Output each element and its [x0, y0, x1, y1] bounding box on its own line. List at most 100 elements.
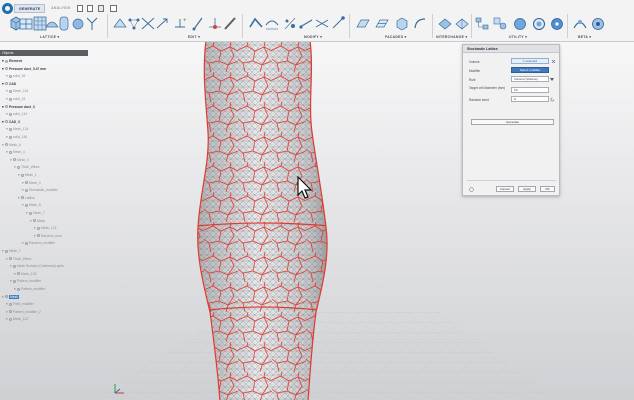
facade-strip-icon[interactable] [374, 15, 390, 32]
lattice-tree-icon[interactable] [84, 15, 100, 32]
tree-item[interactable]: ▾ Mesh Surface (Conformal) optio [10, 264, 64, 269]
visibility-eye-icon[interactable] [17, 166, 20, 170]
beta-curve-icon[interactable] [572, 15, 588, 32]
random-seed-input[interactable]: 0 [511, 96, 549, 102]
group-edit-label[interactable]: EDIT ▾ [188, 35, 200, 39]
group-modify-label[interactable]: MODIFY ▾ [304, 35, 322, 39]
ok-button[interactable]: OK [540, 186, 555, 192]
tree-item[interactable]: ▾ CAD [2, 82, 16, 87]
tree-item[interactable]: ▾ solid_146 [6, 135, 27, 140]
visibility-eye-icon[interactable] [9, 318, 12, 322]
clear-selection-icon[interactable] [551, 59, 556, 64]
modify-smooth-icon[interactable] [264, 15, 280, 32]
visibility-eye-icon[interactable] [5, 82, 8, 86]
tree-item[interactable]: ▾ Random_modifier [22, 241, 55, 246]
tree-item[interactable]: ▾ Mesh_3 [10, 158, 29, 163]
modify-field-icon[interactable] [298, 15, 314, 32]
visibility-eye-icon[interactable] [21, 173, 24, 177]
save-file-icon[interactable] [98, 5, 104, 12]
visibility-eye-icon[interactable] [29, 211, 32, 215]
visibility-eye-icon[interactable] [9, 257, 12, 261]
group-utility-label[interactable]: UTILITY ▾ [509, 35, 527, 39]
tree-item[interactable]: ▾ Thick_Wired [6, 257, 31, 262]
tree-item[interactable]: ▾ Field_modifier [6, 302, 34, 307]
visibility-eye-icon[interactable] [25, 181, 28, 185]
utility-network-icon[interactable] [474, 15, 490, 32]
tree-item[interactable]: ▾ Element [2, 59, 22, 64]
facade-curve-icon[interactable] [412, 15, 428, 32]
group-lattice-label[interactable]: LATTICE ▾ [40, 35, 59, 39]
tree-item[interactable]: ▾ Stochastic_modifier [22, 188, 58, 193]
tree-item[interactable]: ▾ Thick_Wired [14, 165, 39, 170]
cancel-button[interactable]: Cancel [496, 186, 514, 192]
facade-box-icon[interactable] [394, 15, 410, 32]
visibility-eye-icon[interactable] [9, 90, 12, 94]
tree-item[interactable]: ▾ Pattern_modifier_2 [6, 310, 41, 315]
visibility-eye-icon[interactable] [9, 135, 12, 139]
edit-brush-icon[interactable] [190, 15, 206, 32]
tree-item[interactable]: ▾ Mesh [30, 219, 45, 224]
utility-merge-icon[interactable] [492, 15, 508, 32]
tree-item[interactable]: ▾ Random_mod [34, 234, 62, 239]
visibility-eye-icon[interactable] [9, 74, 12, 78]
tree-item[interactable]: ▾ Pressure duct_0.47 mm [2, 67, 46, 72]
open-file-icon[interactable] [87, 5, 93, 12]
group-beta-label[interactable]: BETA ▾ [578, 35, 591, 39]
visibility-eye-icon[interactable] [13, 280, 16, 284]
visibility-eye-icon[interactable] [9, 97, 12, 101]
modify-thicken-icon[interactable] [248, 15, 264, 32]
tree-item[interactable]: ▾ solid_34 [6, 97, 25, 102]
visibility-eye-icon[interactable] [25, 242, 28, 246]
interchange-import-icon[interactable] [454, 15, 470, 32]
utility-ring-icon[interactable] [531, 15, 547, 32]
visibility-eye-icon[interactable] [5, 120, 8, 124]
beta-target-icon[interactable] [590, 15, 606, 32]
apply-button[interactable]: Apply [518, 186, 536, 192]
tree-item[interactable]: ▾ Mesh_1 [18, 173, 37, 178]
visibility-eye-icon[interactable] [5, 143, 8, 147]
group-interchange-label[interactable]: INTERCHANGE ▾ [436, 35, 467, 39]
help-icon[interactable] [469, 187, 474, 192]
visibility-eye-icon[interactable] [9, 150, 12, 154]
visibility-eye-icon[interactable] [5, 59, 8, 63]
new-file-icon[interactable] [77, 5, 83, 12]
tree-item[interactable]: ▾ Mesh_112 [6, 317, 28, 322]
tree-item[interactable]: ▾ Mesh_6 [2, 143, 21, 148]
visibility-eye-icon[interactable] [37, 226, 40, 230]
edit-add-node-icon[interactable]: + [172, 15, 188, 32]
visibility-eye-icon[interactable] [21, 196, 24, 200]
visibility-eye-icon[interactable] [5, 295, 8, 299]
tree-item[interactable]: ▾ Pressure duct_3 [2, 105, 35, 110]
tree-item[interactable]: ▾ Lattice [18, 196, 35, 201]
tree-item[interactable]: ▾ Mesh_122 [34, 226, 56, 231]
visibility-eye-icon[interactable] [33, 219, 36, 223]
facade-panel-icon[interactable] [355, 15, 371, 32]
tree-item[interactable]: ▾ Mesh_124 [6, 127, 28, 132]
visibility-eye-icon[interactable] [25, 188, 28, 192]
group-facades-label[interactable]: FACADES ▾ [385, 35, 407, 39]
tab-generate[interactable]: GENERATE [14, 4, 45, 13]
chevron-down-icon[interactable] [550, 78, 554, 81]
generate-button[interactable]: Generate [471, 119, 554, 125]
tree-item[interactable]: ▾ Mesh_133 [14, 272, 36, 277]
visibility-eye-icon[interactable] [9, 302, 12, 306]
tree-item[interactable]: ▾ Pattern_modifier [10, 279, 41, 284]
tree-item[interactable]: ▾ Mesh_7 [26, 211, 45, 216]
tree-item[interactable]: ▾ solid_35 [6, 74, 25, 79]
tree-item[interactable]: ▾ solid_144 [6, 112, 27, 117]
app-logo-icon[interactable] [2, 3, 13, 14]
utility-sphere-icon[interactable] [512, 15, 528, 32]
modify-attractor-icon[interactable] [330, 15, 346, 32]
visibility-eye-icon[interactable] [17, 272, 20, 276]
tree-item[interactable]: ▾ Pattern_modifier [14, 287, 45, 292]
visibility-eye-icon[interactable] [13, 158, 16, 162]
utility-disk-icon[interactable] [549, 15, 565, 32]
visibility-eye-icon[interactable] [13, 264, 16, 268]
tree-item[interactable]: ▾ Mesh_7 [2, 249, 21, 254]
rule-dropdown[interactable]: Voronoi (Volume) [511, 76, 549, 82]
edit-beam-icon[interactable] [222, 15, 238, 32]
print-icon[interactable] [110, 5, 117, 12]
visibility-eye-icon[interactable] [5, 67, 8, 71]
tree-item[interactable]: ▾ Mesh_115 [6, 89, 28, 94]
tree-item[interactable]: ▾ Mesh [2, 294, 20, 300]
